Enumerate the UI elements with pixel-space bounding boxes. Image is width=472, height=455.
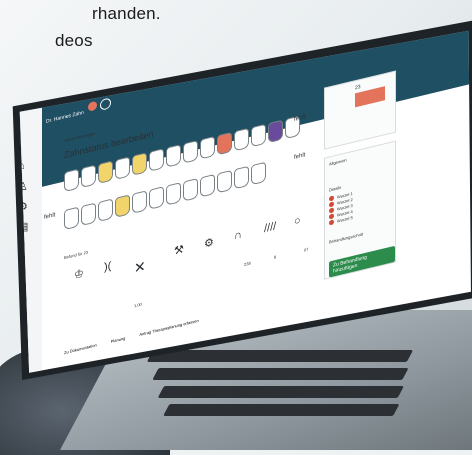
stripes-icon[interactable]: //// bbox=[264, 220, 276, 235]
tooth[interactable] bbox=[64, 206, 79, 231]
tooth[interactable] bbox=[149, 186, 164, 210]
section-details: Details bbox=[329, 184, 342, 193]
status-dot bbox=[329, 219, 334, 226]
tooth[interactable] bbox=[251, 123, 266, 148]
tooth[interactable] bbox=[166, 144, 181, 168]
befund-title: Befund für 23 bbox=[64, 249, 89, 261]
tooth[interactable] bbox=[149, 148, 164, 172]
tooth[interactable] bbox=[81, 202, 96, 227]
details-panel: Allgemein Details Wurzel 1 Wurzel 2 Wurz… bbox=[324, 140, 396, 280]
tooth[interactable] bbox=[98, 160, 113, 185]
tooth[interactable] bbox=[200, 135, 215, 160]
missing-label-left: fehlt bbox=[44, 212, 56, 221]
tooth[interactable] bbox=[183, 140, 198, 164]
tooth[interactable] bbox=[183, 178, 198, 202]
tooth-number: 23 bbox=[355, 84, 361, 92]
tooth[interactable] bbox=[251, 161, 266, 186]
missing-label-right: fehlt bbox=[294, 152, 306, 161]
laptop: Dr. Hannes Zahn Fr 23.02.22 08:42 ⌂ ♙ ⚙ … bbox=[8, 20, 472, 380]
tooth[interactable] bbox=[234, 127, 249, 152]
status-list: Wurzel 1 Wurzel 2 Wurzel 3 Wurzel 4 Wurz… bbox=[329, 190, 353, 227]
value-07: 07 bbox=[304, 246, 309, 253]
footer-documentation[interactable]: Zu Dokumentation bbox=[64, 342, 97, 355]
section-allgemein: Allgemein bbox=[329, 157, 347, 167]
key-row bbox=[163, 404, 400, 416]
tooth[interactable] bbox=[98, 198, 113, 223]
value-238: 238 bbox=[244, 260, 251, 267]
gear-icon[interactable]: ⚙ bbox=[204, 235, 214, 250]
add-to-treatment-button[interactable]: Zu Behandlung hinzufügen bbox=[329, 245, 395, 278]
tooth[interactable] bbox=[115, 194, 130, 218]
tooth[interactable] bbox=[132, 190, 147, 214]
tooth[interactable] bbox=[200, 173, 215, 198]
footer-planning[interactable]: Planung bbox=[111, 335, 126, 344]
tooth[interactable] bbox=[81, 164, 96, 189]
tooth-selected[interactable] bbox=[217, 131, 232, 156]
tooth[interactable] bbox=[64, 168, 79, 193]
bridge-icon[interactable]: ∩ bbox=[234, 228, 242, 242]
value-100: 1.00 bbox=[134, 301, 142, 309]
screen-surface: Dr. Hannes Zahn Fr 23.02.22 08:42 ⌂ ♙ ⚙ … bbox=[19, 30, 471, 373]
tooth[interactable] bbox=[234, 165, 249, 190]
tooth[interactable] bbox=[268, 119, 283, 144]
circle-icon[interactable]: ○ bbox=[294, 214, 301, 228]
crown-icon[interactable]: ♔ bbox=[74, 266, 84, 281]
tooth[interactable] bbox=[115, 156, 130, 180]
implant-icon[interactable]: ⚒ bbox=[174, 242, 184, 257]
tab-title[interactable]: Tobias Schwegler bbox=[64, 131, 95, 144]
tooth-preview-panel: 23 bbox=[324, 70, 396, 150]
bracket-icon[interactable]: )( bbox=[104, 260, 111, 274]
key-row bbox=[157, 386, 405, 398]
value-8: 8 bbox=[274, 254, 277, 260]
tooth[interactable] bbox=[217, 169, 232, 194]
tooth[interactable] bbox=[132, 152, 147, 176]
laptop-screen: Dr. Hannes Zahn Fr 23.02.22 08:42 ⌂ ♙ ⚙ … bbox=[19, 30, 471, 373]
section-behandlung: Behandlungsschritt bbox=[329, 231, 364, 245]
x-icon[interactable]: ✕ bbox=[134, 258, 146, 278]
tooth[interactable] bbox=[166, 182, 181, 206]
